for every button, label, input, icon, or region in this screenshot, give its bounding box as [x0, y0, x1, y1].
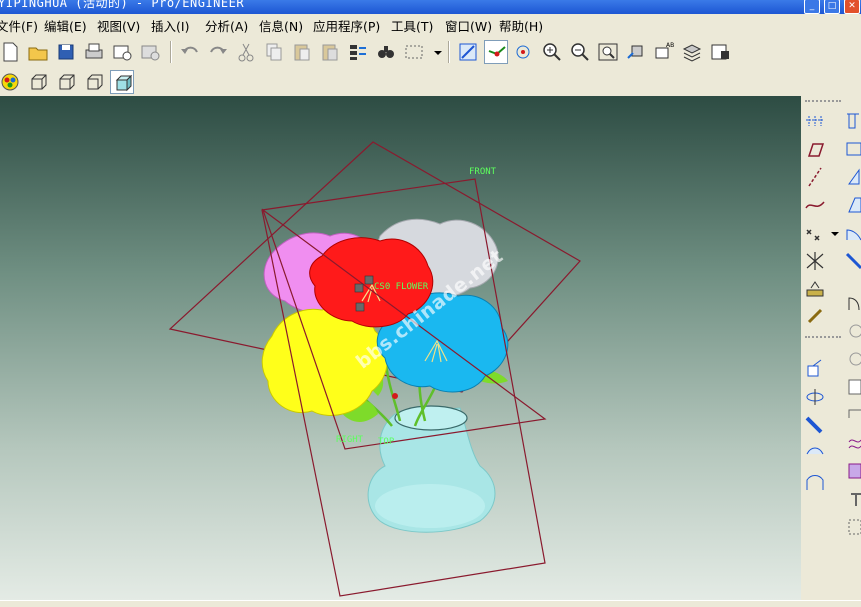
draft-icon[interactable] — [839, 194, 861, 216]
minimize-button[interactable]: _ — [804, 0, 820, 14]
datum-label-top[interactable]: TOP — [378, 437, 394, 447]
merge-icon[interactable] — [839, 376, 861, 398]
menu-view[interactable]: 视图(V) — [97, 16, 140, 35]
menu-bar: 文件(F) 编辑(E) 视图(V) 插入(I) 分析(A) 信息(N) 应用程序… — [0, 14, 861, 35]
menu-edit[interactable]: 编辑(E) — [44, 16, 87, 35]
pattern-icon[interactable] — [839, 320, 861, 342]
send-link-icon[interactable] — [138, 40, 162, 64]
hole-icon[interactable] — [839, 110, 861, 132]
window-title: YIPINGHUA (活动的) - Pro/ENGINEER — [0, 0, 245, 10]
datum-label-csys[interactable]: CS0 FLOWER — [374, 282, 428, 292]
maximize-button[interactable]: □ — [824, 0, 840, 14]
save-icon[interactable] — [54, 40, 78, 64]
toolbar-grip — [805, 100, 841, 103]
menu-file[interactable]: 文件(F) — [0, 16, 38, 35]
spin-center-icon[interactable] — [484, 40, 508, 64]
saved-views-icon[interactable]: AB — [652, 40, 676, 64]
redo-icon[interactable] — [206, 40, 230, 64]
main-toolbar: AB — [0, 36, 861, 68]
analysis-feature-icon[interactable] — [803, 278, 827, 300]
chamfer-icon[interactable] — [839, 250, 861, 272]
zoom-in-icon[interactable] — [540, 40, 564, 64]
display-toolbar — [0, 68, 861, 96]
shading-icon[interactable] — [110, 70, 134, 94]
view-manager-icon[interactable] — [708, 40, 732, 64]
graphics-window[interactable]: FRONT TOP RIGHT CS0 FLOWER bbs.chinade.n… — [0, 96, 801, 600]
title-bar: YIPINGHUA (活动的) - Pro/ENGINEER _ □ ✕ — [0, 0, 861, 14]
appearance-palette-icon[interactable] — [0, 70, 22, 94]
extrude-icon[interactable] — [803, 358, 827, 380]
undo-icon[interactable] — [178, 40, 202, 64]
menu-tools[interactable]: 工具(T) — [391, 16, 433, 35]
datum-line-tool-icon[interactable] — [803, 166, 827, 188]
reorient-icon[interactable] — [624, 40, 648, 64]
open-folder-icon[interactable] — [26, 40, 50, 64]
paste-special-icon[interactable] — [318, 40, 342, 64]
cut-icon[interactable] — [234, 40, 258, 64]
menu-info[interactable]: 信息(N) — [259, 16, 303, 35]
zoom-out-icon[interactable] — [568, 40, 592, 64]
trim-icon[interactable] — [839, 404, 861, 426]
dropdown-arrow-icon[interactable] — [426, 40, 442, 64]
menu-analysis[interactable]: 分析(A) — [205, 16, 248, 35]
print-icon[interactable] — [82, 40, 106, 64]
send-mail-icon[interactable] — [110, 40, 134, 64]
new-file-icon[interactable] — [0, 40, 22, 64]
rib-icon[interactable] — [839, 166, 861, 188]
wireframe-icon[interactable] — [26, 70, 50, 94]
blend-icon[interactable] — [803, 442, 827, 464]
boundary-blend-icon[interactable] — [803, 472, 827, 494]
solidify-icon[interactable] — [839, 488, 861, 510]
no-hidden-icon[interactable] — [82, 70, 106, 94]
round-icon[interactable] — [839, 222, 861, 244]
datum-csys-tool-icon[interactable] — [803, 250, 827, 272]
vase-model — [367, 405, 496, 533]
svg-text:AB: AB — [666, 42, 674, 49]
toolbar-separator — [170, 41, 172, 63]
orient-mode-icon[interactable] — [512, 40, 536, 64]
toolbar-separator — [448, 41, 450, 63]
paste-icon[interactable] — [290, 40, 314, 64]
menu-applications[interactable]: 应用程序(P) — [313, 16, 380, 35]
datum-label-front[interactable]: FRONT — [469, 167, 496, 177]
grid-icon[interactable] — [839, 516, 861, 538]
link-tool-icon[interactable] — [803, 306, 827, 328]
sweep-icon[interactable] — [803, 414, 827, 436]
datum-label-right[interactable]: RIGHT — [336, 435, 363, 445]
feature-toolbar — [801, 96, 861, 600]
toolbar-grip — [805, 336, 841, 339]
regenerate-icon[interactable] — [346, 40, 370, 64]
datum-axis-tool-icon[interactable] — [803, 138, 827, 160]
half-circle-icon[interactable] — [839, 292, 861, 314]
select-box-icon[interactable] — [402, 40, 426, 64]
layers-icon[interactable] — [680, 40, 704, 64]
datum-plane-tool-icon[interactable] — [803, 110, 827, 132]
close-button[interactable]: ✕ — [844, 0, 860, 14]
menu-help[interactable]: 帮助(H) — [499, 16, 543, 35]
shell-icon[interactable] — [839, 138, 861, 160]
dropdown-arrow-icon[interactable] — [823, 222, 839, 244]
copy-icon[interactable] — [262, 40, 286, 64]
menu-insert[interactable]: 插入(I) — [151, 16, 189, 35]
stem-bud — [392, 393, 398, 399]
find-icon[interactable] — [374, 40, 398, 64]
menu-window[interactable]: 窗口(W) — [445, 16, 492, 35]
repaint-icon[interactable] — [456, 40, 480, 64]
refit-icon[interactable] — [596, 40, 620, 64]
revolve-icon[interactable] — [803, 386, 827, 408]
hidden-line-icon[interactable] — [54, 70, 78, 94]
datum-curve-tool-icon[interactable] — [803, 194, 827, 216]
mirror-icon[interactable] — [839, 348, 861, 370]
offset-icon[interactable] — [839, 432, 861, 454]
model-scene — [168, 141, 581, 597]
thicken-icon[interactable] — [839, 460, 861, 482]
